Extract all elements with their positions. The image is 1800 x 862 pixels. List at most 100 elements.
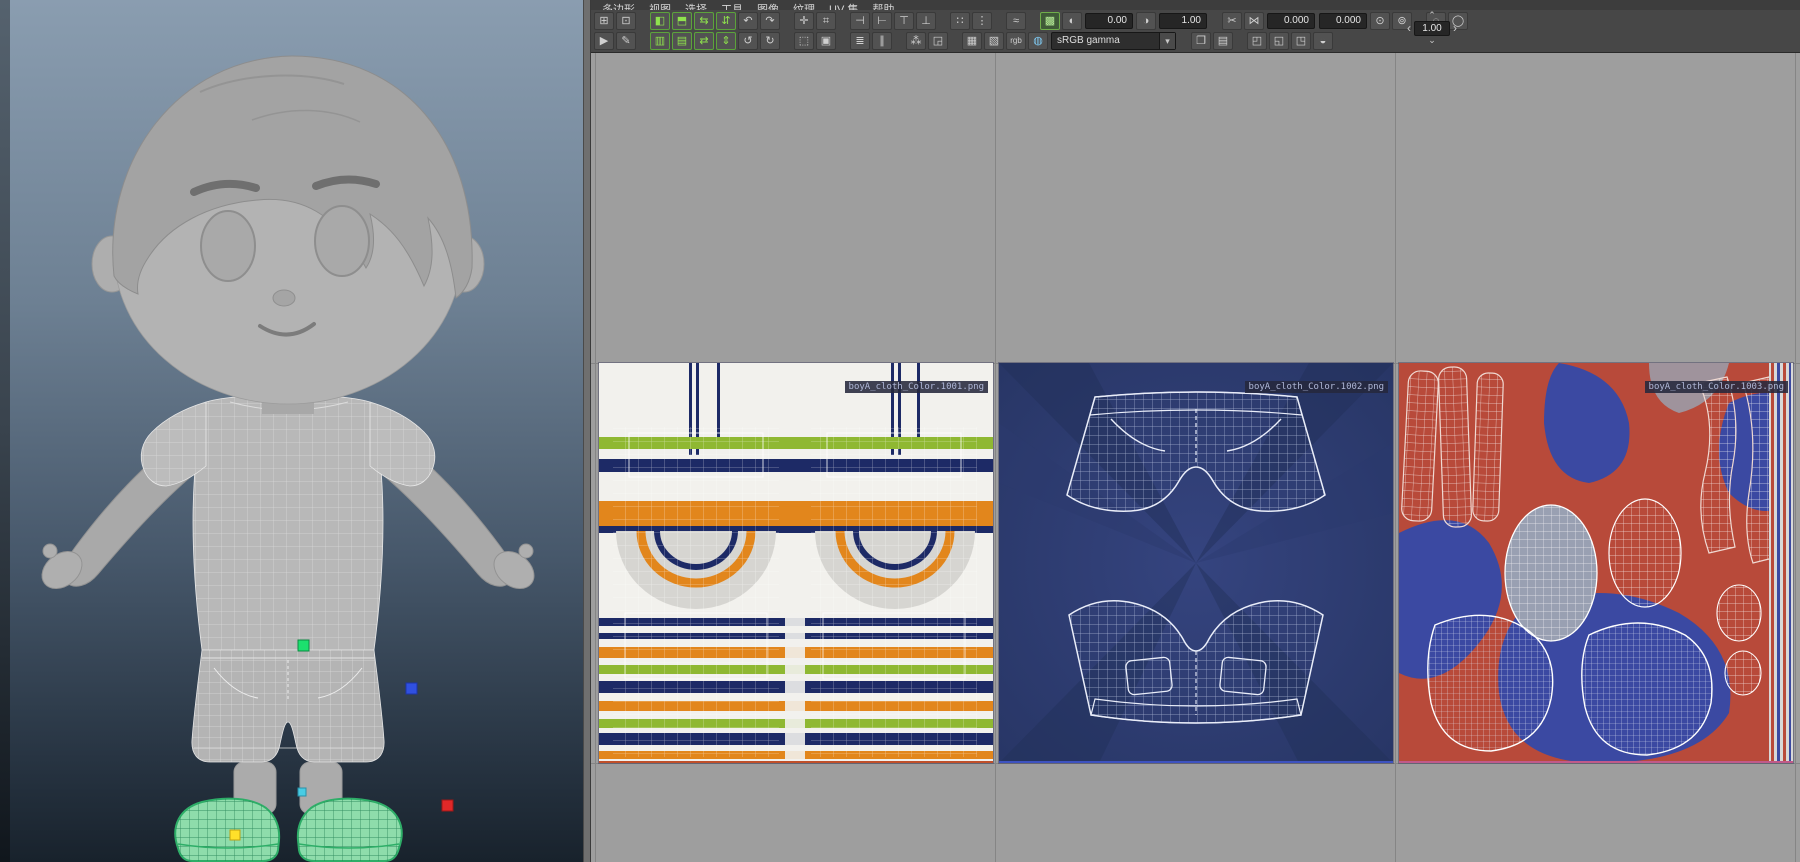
manipulator-blue-handle[interactable] [405,682,418,695]
character-model-canvas [35,55,541,862]
remove-from-isolate-icon[interactable]: ◳ [1291,32,1311,50]
nose [272,289,296,307]
grid-line-vertical [595,53,596,862]
udim-tile-1002[interactable]: boyA_cloth_Color.1002.png [998,362,1394,764]
snap-point-icon[interactable]: ⊡ [616,12,636,30]
unfold-along-icon[interactable]: ⇕ [716,32,736,50]
viewport-3d[interactable] [0,0,583,862]
toolbar-row-2: ▶ ✎ ▥ ▤ ⇄ ⇕ ↺ ↻ ⬚ ▣ ≣ ∥ ⁂ ◲ ▦ ▧ rgb ◍ sRGB gamma ▾ ❐ ▤ ◰ ◱ ◳ ◒ [593,31,1798,51]
align-v-max-icon[interactable]: ⊤ [894,12,914,30]
u-coordinate-field[interactable]: 0.000 [1267,13,1315,29]
maya-uv-editor-window: 多边形 视图 选择 工具 图像 纹理 UV 集帮助 ⊞ ⊡ ◧ ⬒ ⇆ ⇵ ↶ ↷ ✛ ⌗ ⊣ ⊢ ⊤ ⊥ ∷ ⋮ ≈ ▩ ◐ 0… [0,0,1800,862]
layout-icon[interactable]: ▣ [816,32,836,50]
image-dim-icon[interactable]: ▧ [984,32,1004,50]
uv-distortion-icon[interactable]: ◒ [1313,32,1333,50]
distribute-u-icon[interactable]: ∷ [950,12,970,30]
menu-item-3[interactable]: 工具 [714,3,750,10]
rotate-ccw-icon[interactable]: ↶ [738,12,758,30]
paste-uvs-icon[interactable]: ▤ [1213,32,1233,50]
uv-editor-toolbar: ⊞ ⊡ ◧ ⬒ ⇆ ⇵ ↶ ↷ ✛ ⌗ ⊣ ⊢ ⊤ ⊥ ∷ ⋮ ≈ ▩ ◐ 0.00 ◑ 1.00 ✂ ⋈ 0.000 0.000… [591,10,1800,53]
texel-density-icon[interactable]: ◲ [928,32,948,50]
cut-uv-icon[interactable]: ✂ [1222,12,1242,30]
align-u-max-icon[interactable]: ⊢ [872,12,892,30]
viewport-edge-strip [0,0,10,862]
manipulator-yellow-handle[interactable] [229,829,241,841]
menu-item-1[interactable]: 视图 [642,3,678,10]
exposure-field[interactable]: 0.00 [1085,13,1133,29]
add-to-isolate-icon[interactable]: ◱ [1269,32,1289,50]
udim-tile-1001[interactable]: boyA_cloth_Color.1001.png [598,362,994,764]
menu-item-6[interactable]: UV 集 [822,3,865,10]
range-prev-button[interactable]: ‹ [1404,22,1414,34]
match-uvs-icon[interactable]: ≈ [1006,12,1026,30]
grid-line-vertical [1795,53,1796,862]
character-model[interactable] [35,55,541,862]
tile-filename-label: boyA_cloth_Color.1002.png [1244,381,1388,393]
exposure-icon[interactable]: ◐ [1062,12,1082,30]
tile-filename-label: boyA_cloth_Color.1001.png [844,381,988,393]
shirt-mesh [140,394,436,651]
manipulator-green-handle[interactable] [297,639,310,652]
menu-item-4[interactable]: 图像 [750,3,786,10]
move-shell-icon[interactable]: ✛ [794,12,814,30]
left-shoe[interactable] [174,797,281,862]
distribute-v-icon[interactable]: ⋮ [972,12,992,30]
straighten-u-icon[interactable]: ▥ [650,32,670,50]
checker-map-icon[interactable]: ▩ [1040,12,1060,30]
rotate-cw-icon[interactable]: ↷ [760,12,780,30]
gamma-field[interactable]: 1.00 [1159,13,1207,29]
isolate-select-icon[interactable]: ◰ [1247,32,1267,50]
shorts-texture [999,363,1393,763]
rotate-right-icon[interactable]: ↻ [760,32,780,50]
grid-line-vertical [1395,53,1396,862]
rgb-channels-icon[interactable]: rgb [1006,32,1026,50]
flip-v-icon[interactable]: ⬒ [672,12,692,30]
snap-together-icon[interactable]: ⊞ [594,12,614,30]
manipulator-cyan-handle[interactable] [297,787,307,797]
gamma-icon[interactable]: ◑ [1136,12,1156,30]
panel-splitter[interactable] [583,0,591,862]
range-value-field[interactable]: 1.00 [1414,20,1450,36]
grid-display-icon[interactable]: ▦ [962,32,982,50]
menu-item-0[interactable]: 多边形 [595,3,642,10]
straighten-shell-icon[interactable]: ⇄ [694,32,714,50]
menu-item-2[interactable]: 选择 [678,3,714,10]
colorspace-dropdown[interactable]: sRGB gamma ▾ [1051,32,1176,50]
straighten-v-icon[interactable]: ▤ [672,32,692,50]
unfold-icon[interactable]: ⬚ [794,32,814,50]
orient-shells-icon[interactable]: ∥ [872,32,892,50]
udim-tile-1003[interactable]: boyA_cloth_Color.1003.png [1398,362,1794,764]
left-eye [200,210,256,282]
stack-shells-icon[interactable]: ≣ [850,32,870,50]
range-next-button[interactable]: › [1450,22,1460,34]
menu-item-5[interactable]: 纹理 [786,3,822,10]
menu-item-7[interactable]: 帮助 [865,3,901,10]
snap-grid-icon[interactable]: ⌗ [816,12,836,30]
rotate-left-icon[interactable]: ↺ [738,32,758,50]
copy-uvs-icon[interactable]: ❐ [1191,32,1211,50]
grid-line-horizontal [591,763,1800,764]
select-tool-icon[interactable]: ▶ [594,32,614,50]
range-down-button[interactable]: ⌄ [1403,36,1461,45]
colorspace-value: sRGB gamma [1057,35,1120,46]
sew-uv-icon[interactable]: ⋈ [1244,12,1264,30]
align-u-min-icon[interactable]: ⊣ [850,12,870,30]
flip-shell-u-icon[interactable]: ⇆ [694,12,714,30]
range-up-button[interactable]: ⌃ [1403,11,1461,20]
paint-select-icon[interactable]: ✎ [616,32,636,50]
manipulator-red-handle[interactable] [441,799,454,812]
uv-editor-menu-bar: 多边形 视图 选择 工具 图像 纹理 UV 集帮助 [591,0,1800,10]
right-shoe[interactable] [296,797,403,862]
tile-filename-label: boyA_cloth_Color.1003.png [1644,381,1788,393]
align-v-min-icon[interactable]: ⊥ [916,12,936,30]
v-coordinate-field[interactable]: 0.000 [1319,13,1367,29]
uv-editor-canvas[interactable]: boyA_cloth_Color.1001.png boyA_cloth_Col… [591,53,1800,862]
udim-range-control: ⌃ ‹ 1.00 › ⌄ [1403,11,1461,45]
flip-shell-v-icon[interactable]: ⇵ [716,12,736,30]
distribute-shells-icon[interactable]: ⁂ [906,32,926,50]
pin-uv-icon[interactable]: ⊙ [1370,12,1390,30]
shaded-uv-icon[interactable]: ◍ [1028,32,1048,50]
flip-u-icon[interactable]: ◧ [650,12,670,30]
right-eye [314,205,370,277]
uv-editor-panel: 多边形 视图 选择 工具 图像 纹理 UV 集帮助 ⊞ ⊡ ◧ ⬒ ⇆ ⇵ ↶ ↷ ✛ ⌗ ⊣ ⊢ ⊤ ⊥ ∷ ⋮ ≈ ▩ ◐ 0… [591,0,1800,862]
